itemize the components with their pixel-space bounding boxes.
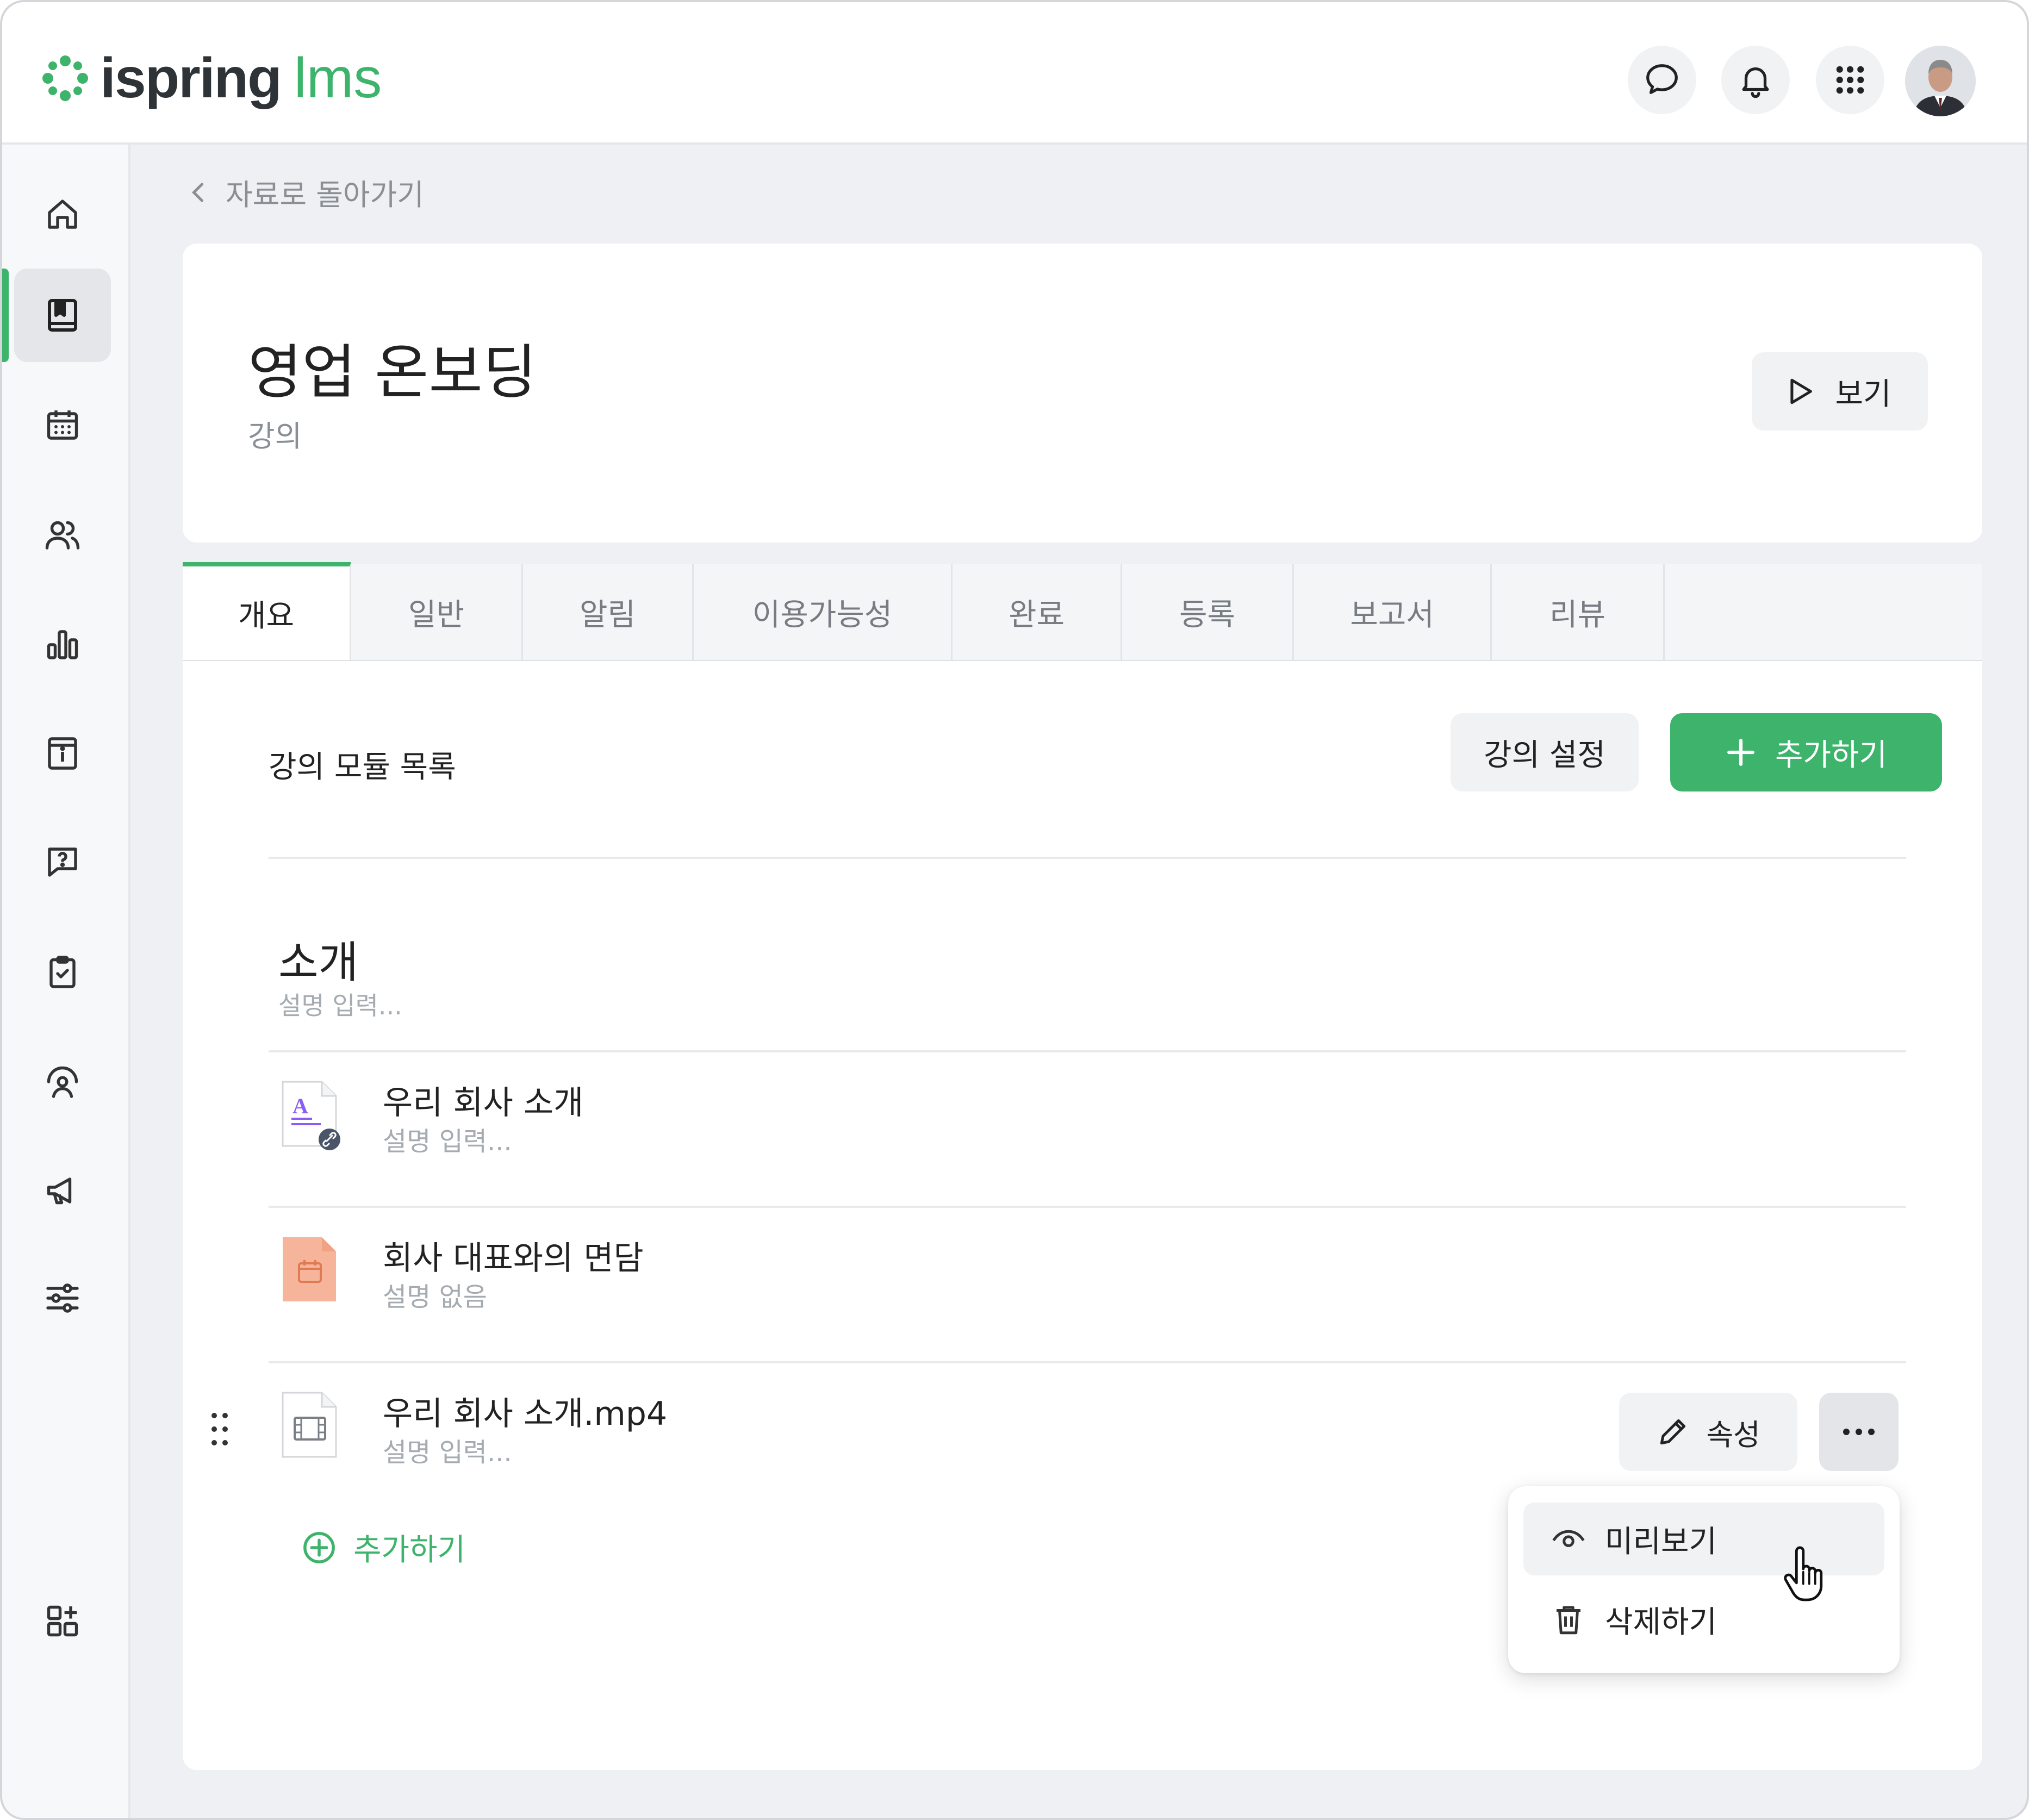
- apps-button[interactable]: [1816, 46, 1884, 114]
- sidebar: [2, 145, 130, 1818]
- tab-availability[interactable]: 이용가능성: [694, 564, 953, 660]
- menu-item-delete[interactable]: 삭제하기: [1523, 1583, 1884, 1656]
- home-icon: [48, 200, 77, 229]
- section-title[interactable]: 소개: [278, 927, 358, 990]
- sidebar-item-assignments[interactable]: [14, 925, 111, 1019]
- chat-button[interactable]: [1628, 46, 1696, 114]
- trash-icon: [1557, 1606, 1580, 1635]
- item-name: 우리 회사 소개.mp4: [383, 1395, 668, 1433]
- hand-cursor-icon: [1784, 1546, 1823, 1601]
- video-icon: [282, 1392, 337, 1458]
- item-description: 설명 입력...: [383, 1437, 512, 1468]
- sidebar-item-add-widget[interactable]: [14, 1574, 111, 1668]
- course-header: 영업 온보딩 강의 보기: [183, 244, 1982, 543]
- svg-text:A: A: [292, 1094, 308, 1118]
- sliders-icon: [46, 1283, 79, 1313]
- list-item[interactable]: A 우리 회사 소개 설명 입력...: [269, 1052, 1906, 1208]
- book-icon: [48, 299, 77, 332]
- sidebar-item-users[interactable]: [14, 488, 111, 582]
- tab-completion[interactable]: 완료: [953, 564, 1122, 660]
- tab-reports[interactable]: 보고서: [1294, 564, 1492, 660]
- sidebar-item-info[interactable]: [14, 707, 111, 800]
- clipboard-check-icon: [49, 956, 76, 988]
- info-icon: [48, 737, 77, 770]
- list-item[interactable]: 회사 대표와의 면담 설명 없음: [269, 1208, 1906, 1363]
- document-link-icon: A: [282, 1081, 340, 1150]
- properties-button[interactable]: 속성: [1619, 1393, 1797, 1471]
- eye-icon: [1552, 1530, 1585, 1547]
- tab-notifications[interactable]: 알림: [523, 564, 694, 660]
- tab-reviews[interactable]: 리뷰: [1492, 564, 1665, 660]
- course-title: 영업 온보딩: [248, 339, 537, 407]
- view-button[interactable]: 보기: [1752, 352, 1928, 431]
- tab-enrollment[interactable]: 등록: [1122, 564, 1294, 660]
- course-settings-button[interactable]: 강의 설정: [1451, 713, 1639, 791]
- tab-overview[interactable]: 개요: [183, 562, 351, 660]
- tab-bar: 개요 일반 알림 이용가능성 완료 등록 보고서 리뷰: [183, 562, 1982, 662]
- logo-text: ispring: [100, 47, 282, 110]
- add-item-label: 추가하기: [353, 1532, 466, 1568]
- add-module-button[interactable]: 추가하기: [1670, 713, 1942, 791]
- gauge-user-icon: [47, 1066, 78, 1098]
- users-icon: [45, 521, 80, 550]
- logo[interactable]: ispring lms: [40, 50, 382, 107]
- sidebar-item-reports[interactable]: [14, 598, 111, 691]
- plus-icon: [1727, 739, 1754, 766]
- back-link[interactable]: 자료로 돌아가기: [190, 171, 424, 214]
- sidebar-item-home[interactable]: [14, 167, 111, 261]
- logo-subtext: lms: [294, 47, 382, 110]
- apps-grid-icon: [1836, 66, 1864, 94]
- avatar-image: [1905, 46, 1976, 116]
- module-list-title: 강의 모듈 목록: [269, 750, 456, 785]
- chat-icon: [1646, 64, 1678, 94]
- notifications-button[interactable]: [1721, 46, 1790, 114]
- section-description[interactable]: 설명 입력...: [278, 986, 402, 1022]
- menu-item-label: 삭제하기: [1605, 1604, 1717, 1640]
- item-name: 우리 회사 소개: [383, 1084, 584, 1122]
- play-icon: [1790, 378, 1813, 404]
- add-item-link[interactable]: 추가하기: [301, 1525, 465, 1569]
- chart-icon: [47, 630, 78, 659]
- top-bar: ispring lms: [2, 2, 2027, 145]
- sidebar-item-announcements[interactable]: [14, 1144, 111, 1237]
- ispring-logo-icon: [42, 55, 88, 101]
- user-avatar[interactable]: [1905, 46, 1976, 116]
- item-name: 회사 대표와의 면담: [383, 1239, 644, 1277]
- menu-item-preview[interactable]: 미리보기: [1523, 1503, 1884, 1575]
- megaphone-icon: [47, 1177, 72, 1205]
- more-horizontal-icon: [1843, 1429, 1875, 1435]
- question-icon: [48, 847, 77, 877]
- menu-item-label: 미리보기: [1605, 1524, 1717, 1560]
- app-window: ispring lms 자료로 돌아가기 영업 온보딩 강의 보기 개요 일반 …: [0, 0, 2029, 1820]
- item-description: 설명 입력...: [383, 1126, 512, 1157]
- view-button-label: 보기: [1835, 376, 1891, 412]
- sidebar-item-settings[interactable]: [14, 1251, 111, 1345]
- sidebar-item-performance[interactable]: [14, 1035, 111, 1129]
- back-link-label: 자료로 돌아가기: [226, 178, 424, 212]
- item-description: 설명 없음: [383, 1282, 487, 1312]
- meeting-calendar-icon: [283, 1237, 336, 1301]
- divider: [269, 857, 1906, 859]
- sidebar-item-content[interactable]: [14, 269, 111, 362]
- more-options-button[interactable]: [1819, 1393, 1899, 1471]
- calendar-icon: [47, 410, 78, 440]
- add-module-label: 추가하기: [1775, 737, 1888, 773]
- tab-general[interactable]: 일반: [351, 564, 523, 660]
- plus-circle-icon: [303, 1531, 335, 1563]
- sidebar-item-calendar[interactable]: [14, 378, 111, 472]
- sidebar-item-questions[interactable]: [14, 815, 111, 909]
- context-menu: 미리보기 삭제하기: [1508, 1486, 1900, 1673]
- drag-handle-icon[interactable]: [209, 1410, 231, 1448]
- add-widget-icon: [47, 1605, 78, 1637]
- pencil-icon: [1660, 1419, 1686, 1445]
- chevron-left-icon: [191, 183, 203, 202]
- active-indicator: [2, 269, 9, 362]
- properties-label: 속성: [1706, 1417, 1760, 1452]
- course-type: 강의: [248, 419, 302, 453]
- bell-icon: [1742, 67, 1769, 98]
